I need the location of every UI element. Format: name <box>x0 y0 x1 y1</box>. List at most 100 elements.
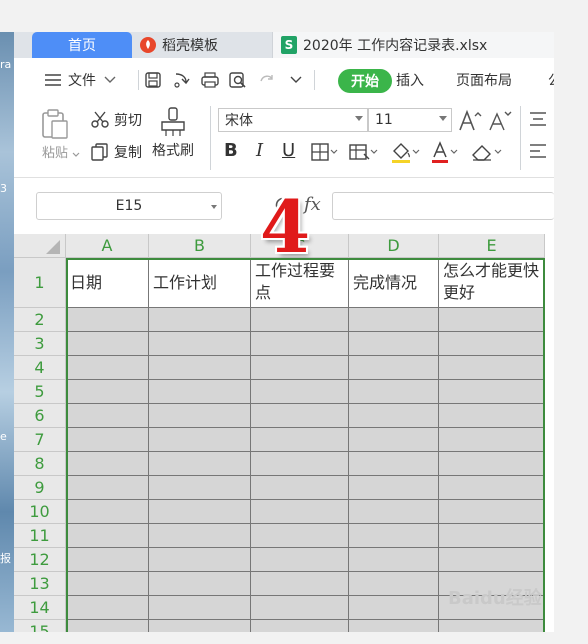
grid-cell[interactable] <box>251 476 349 500</box>
align-left-button[interactable] <box>528 142 548 160</box>
spreadsheet-grid[interactable]: A B C D E 1 日期 工作计划 工作过程要点 完成情况 怎么才能更快更好… <box>14 234 554 632</box>
grid-cell[interactable] <box>149 476 251 500</box>
grid-cell[interactable] <box>439 500 545 524</box>
grid-cell[interactable] <box>149 404 251 428</box>
redo-button[interactable] <box>258 58 276 102</box>
column-header-b[interactable]: B <box>149 234 251 258</box>
header-cell-date[interactable]: 日期 <box>66 258 149 308</box>
tab-insert[interactable]: 插入 <box>396 58 424 102</box>
select-all-corner[interactable] <box>14 234 66 258</box>
fill-color-button[interactable] <box>390 140 420 164</box>
copy-button[interactable]: 复制 <box>90 142 142 162</box>
grid-cell[interactable] <box>251 404 349 428</box>
grid-cell[interactable] <box>251 332 349 356</box>
save-button[interactable] <box>144 58 162 102</box>
grid-cell[interactable] <box>149 308 251 332</box>
grid-cell[interactable] <box>66 596 149 620</box>
grid-cell[interactable] <box>439 404 545 428</box>
grid-cell[interactable] <box>439 380 545 404</box>
grid-cell[interactable] <box>251 596 349 620</box>
grid-cell[interactable] <box>439 548 545 572</box>
cell-style-button[interactable] <box>348 142 378 162</box>
row-header[interactable]: 8 <box>14 452 66 476</box>
tab-home[interactable]: 首页 <box>32 32 132 58</box>
tab-file[interactable]: S 2020年 工作内容记录表.xlsx <box>272 32 554 58</box>
bold-button[interactable]: B <box>224 140 238 161</box>
grid-cell[interactable] <box>66 332 149 356</box>
grid-cell[interactable] <box>439 452 545 476</box>
grid-cell[interactable] <box>66 428 149 452</box>
row-header[interactable]: 7 <box>14 428 66 452</box>
export-button[interactable] <box>172 58 190 102</box>
grid-cell[interactable] <box>349 524 439 548</box>
grid-cell[interactable] <box>251 548 349 572</box>
grid-cell[interactable] <box>149 428 251 452</box>
row-header[interactable]: 4 <box>14 356 66 380</box>
column-header-e[interactable]: E <box>439 234 545 258</box>
grid-cell[interactable] <box>349 380 439 404</box>
grid-cell[interactable] <box>251 620 349 632</box>
grid-cell[interactable] <box>439 308 545 332</box>
grid-cell[interactable] <box>251 572 349 596</box>
grid-cell[interactable] <box>251 500 349 524</box>
grid-cell[interactable] <box>349 548 439 572</box>
format-painter-button[interactable]: 格式刷 <box>152 106 194 160</box>
grid-cell[interactable] <box>149 596 251 620</box>
row-header[interactable]: 15 <box>14 620 66 632</box>
grid-cell[interactable] <box>349 308 439 332</box>
grid-cell[interactable] <box>439 620 545 632</box>
grid-cell[interactable] <box>349 572 439 596</box>
row-header[interactable]: 1 <box>14 258 66 308</box>
grid-cell[interactable] <box>439 356 545 380</box>
row-header[interactable]: 12 <box>14 548 66 572</box>
align-top-button[interactable] <box>528 110 548 128</box>
grid-cell[interactable] <box>66 308 149 332</box>
grid-cell[interactable] <box>349 620 439 632</box>
grid-cell[interactable] <box>349 404 439 428</box>
grid-cell[interactable] <box>66 524 149 548</box>
grid-cell[interactable] <box>251 524 349 548</box>
clear-button[interactable] <box>470 142 502 162</box>
formula-input[interactable] <box>332 192 554 220</box>
increase-font-button[interactable] <box>458 108 484 132</box>
row-header[interactable]: 13 <box>14 572 66 596</box>
grid-cell[interactable] <box>149 356 251 380</box>
more-dropdown[interactable] <box>290 58 302 102</box>
row-header[interactable]: 5 <box>14 380 66 404</box>
tab-template[interactable]: 稻壳模板 <box>132 32 272 58</box>
grid-cell[interactable] <box>149 500 251 524</box>
grid-cell[interactable] <box>251 356 349 380</box>
grid-cell[interactable] <box>149 380 251 404</box>
grid-cell[interactable] <box>439 476 545 500</box>
grid-cell[interactable] <box>251 452 349 476</box>
font-name-select[interactable]: 宋体 <box>218 108 368 132</box>
row-header[interactable]: 2 <box>14 308 66 332</box>
decrease-font-button[interactable] <box>488 108 514 132</box>
grid-cell[interactable] <box>251 308 349 332</box>
grid-cell[interactable] <box>439 332 545 356</box>
grid-cell[interactable] <box>251 380 349 404</box>
font-size-select[interactable]: 11 <box>368 108 452 132</box>
grid-cell[interactable] <box>251 428 349 452</box>
grid-cell[interactable] <box>349 428 439 452</box>
cut-button[interactable]: 剪切 <box>90 110 142 130</box>
grid-cell[interactable] <box>66 500 149 524</box>
grid-cell[interactable] <box>66 572 149 596</box>
grid-cell[interactable] <box>149 572 251 596</box>
row-header[interactable]: 3 <box>14 332 66 356</box>
header-cell-status[interactable]: 完成情况 <box>349 258 439 308</box>
row-header[interactable]: 10 <box>14 500 66 524</box>
grid-cell[interactable] <box>349 596 439 620</box>
column-header-d[interactable]: D <box>349 234 439 258</box>
print-button[interactable] <box>200 58 220 102</box>
header-cell-improve[interactable]: 怎么才能更快更好 <box>439 258 545 308</box>
name-box[interactable]: E15 <box>36 192 222 220</box>
file-menu[interactable]: 文件 <box>44 58 116 102</box>
print-preview-button[interactable] <box>228 58 248 102</box>
header-cell-plan[interactable]: 工作计划 <box>149 258 251 308</box>
grid-cell[interactable] <box>66 380 149 404</box>
tab-page-layout[interactable]: 页面布局 <box>456 58 512 102</box>
grid-cell[interactable] <box>149 332 251 356</box>
column-header-a[interactable]: A <box>66 234 149 258</box>
grid-cell[interactable] <box>349 356 439 380</box>
